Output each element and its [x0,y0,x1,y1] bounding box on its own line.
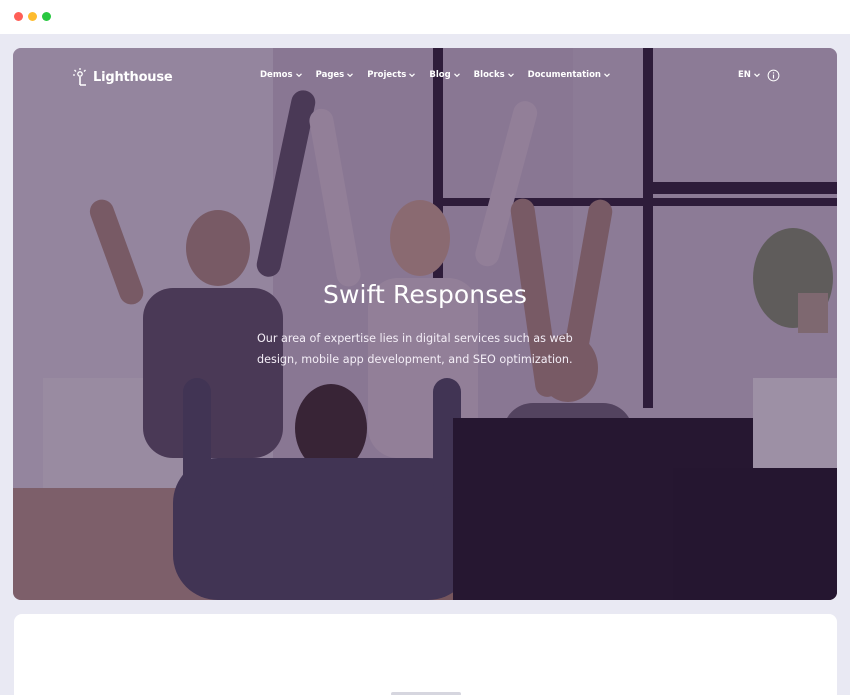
hero-overlay [13,48,837,600]
menu-item-pages[interactable]: Pages [316,70,355,80]
menu-item-demos[interactable]: Demos [260,70,303,80]
window-maximize-button[interactable] [42,12,51,21]
language-selector[interactable]: EN [738,70,761,80]
logo-text: Lighthouse [93,69,173,85]
menu-item-blocks[interactable]: Blocks [474,70,515,80]
chevron-down-icon [604,73,610,78]
lighthouse-sun-icon [73,68,86,86]
browser-chrome [0,0,850,34]
menu-item-label: Documentation [527,70,601,80]
menu-item-projects[interactable]: Projects [367,70,416,80]
chevron-down-icon [347,73,354,78]
chevron-down-icon [409,73,416,78]
chevron-down-icon [453,73,460,78]
menu-item-label: Blocks [473,70,505,80]
menu-item-label: Projects [367,70,407,80]
site-logo[interactable]: Lighthouse [71,66,173,88]
window-close-button[interactable] [14,12,23,21]
top-navigation: Lighthouse Demos Pages Projects Blog Blo… [13,48,837,108]
main-menu: Demos Pages Projects Blog Blocks Documen… [260,70,611,80]
menu-item-documentation[interactable]: Documentation [528,70,611,80]
language-label: EN [738,70,751,80]
menu-item-label: Demos [260,70,293,80]
window-minimize-button[interactable] [28,12,37,21]
hero-section: Lighthouse Demos Pages Projects Blog Blo… [13,48,837,600]
menu-item-label: Pages [315,70,345,80]
chevron-down-icon [507,73,514,78]
chevron-down-icon [295,73,302,78]
menu-item-blog[interactable]: Blog [429,70,460,80]
hero-description: Our area of expertise lies in digital se… [257,332,573,366]
info-icon[interactable] [767,69,780,82]
chevron-down-icon [753,73,760,78]
next-section-card [14,614,837,695]
hero-title: Swift Responses [323,280,527,309]
menu-item-label: Blog [429,70,451,80]
